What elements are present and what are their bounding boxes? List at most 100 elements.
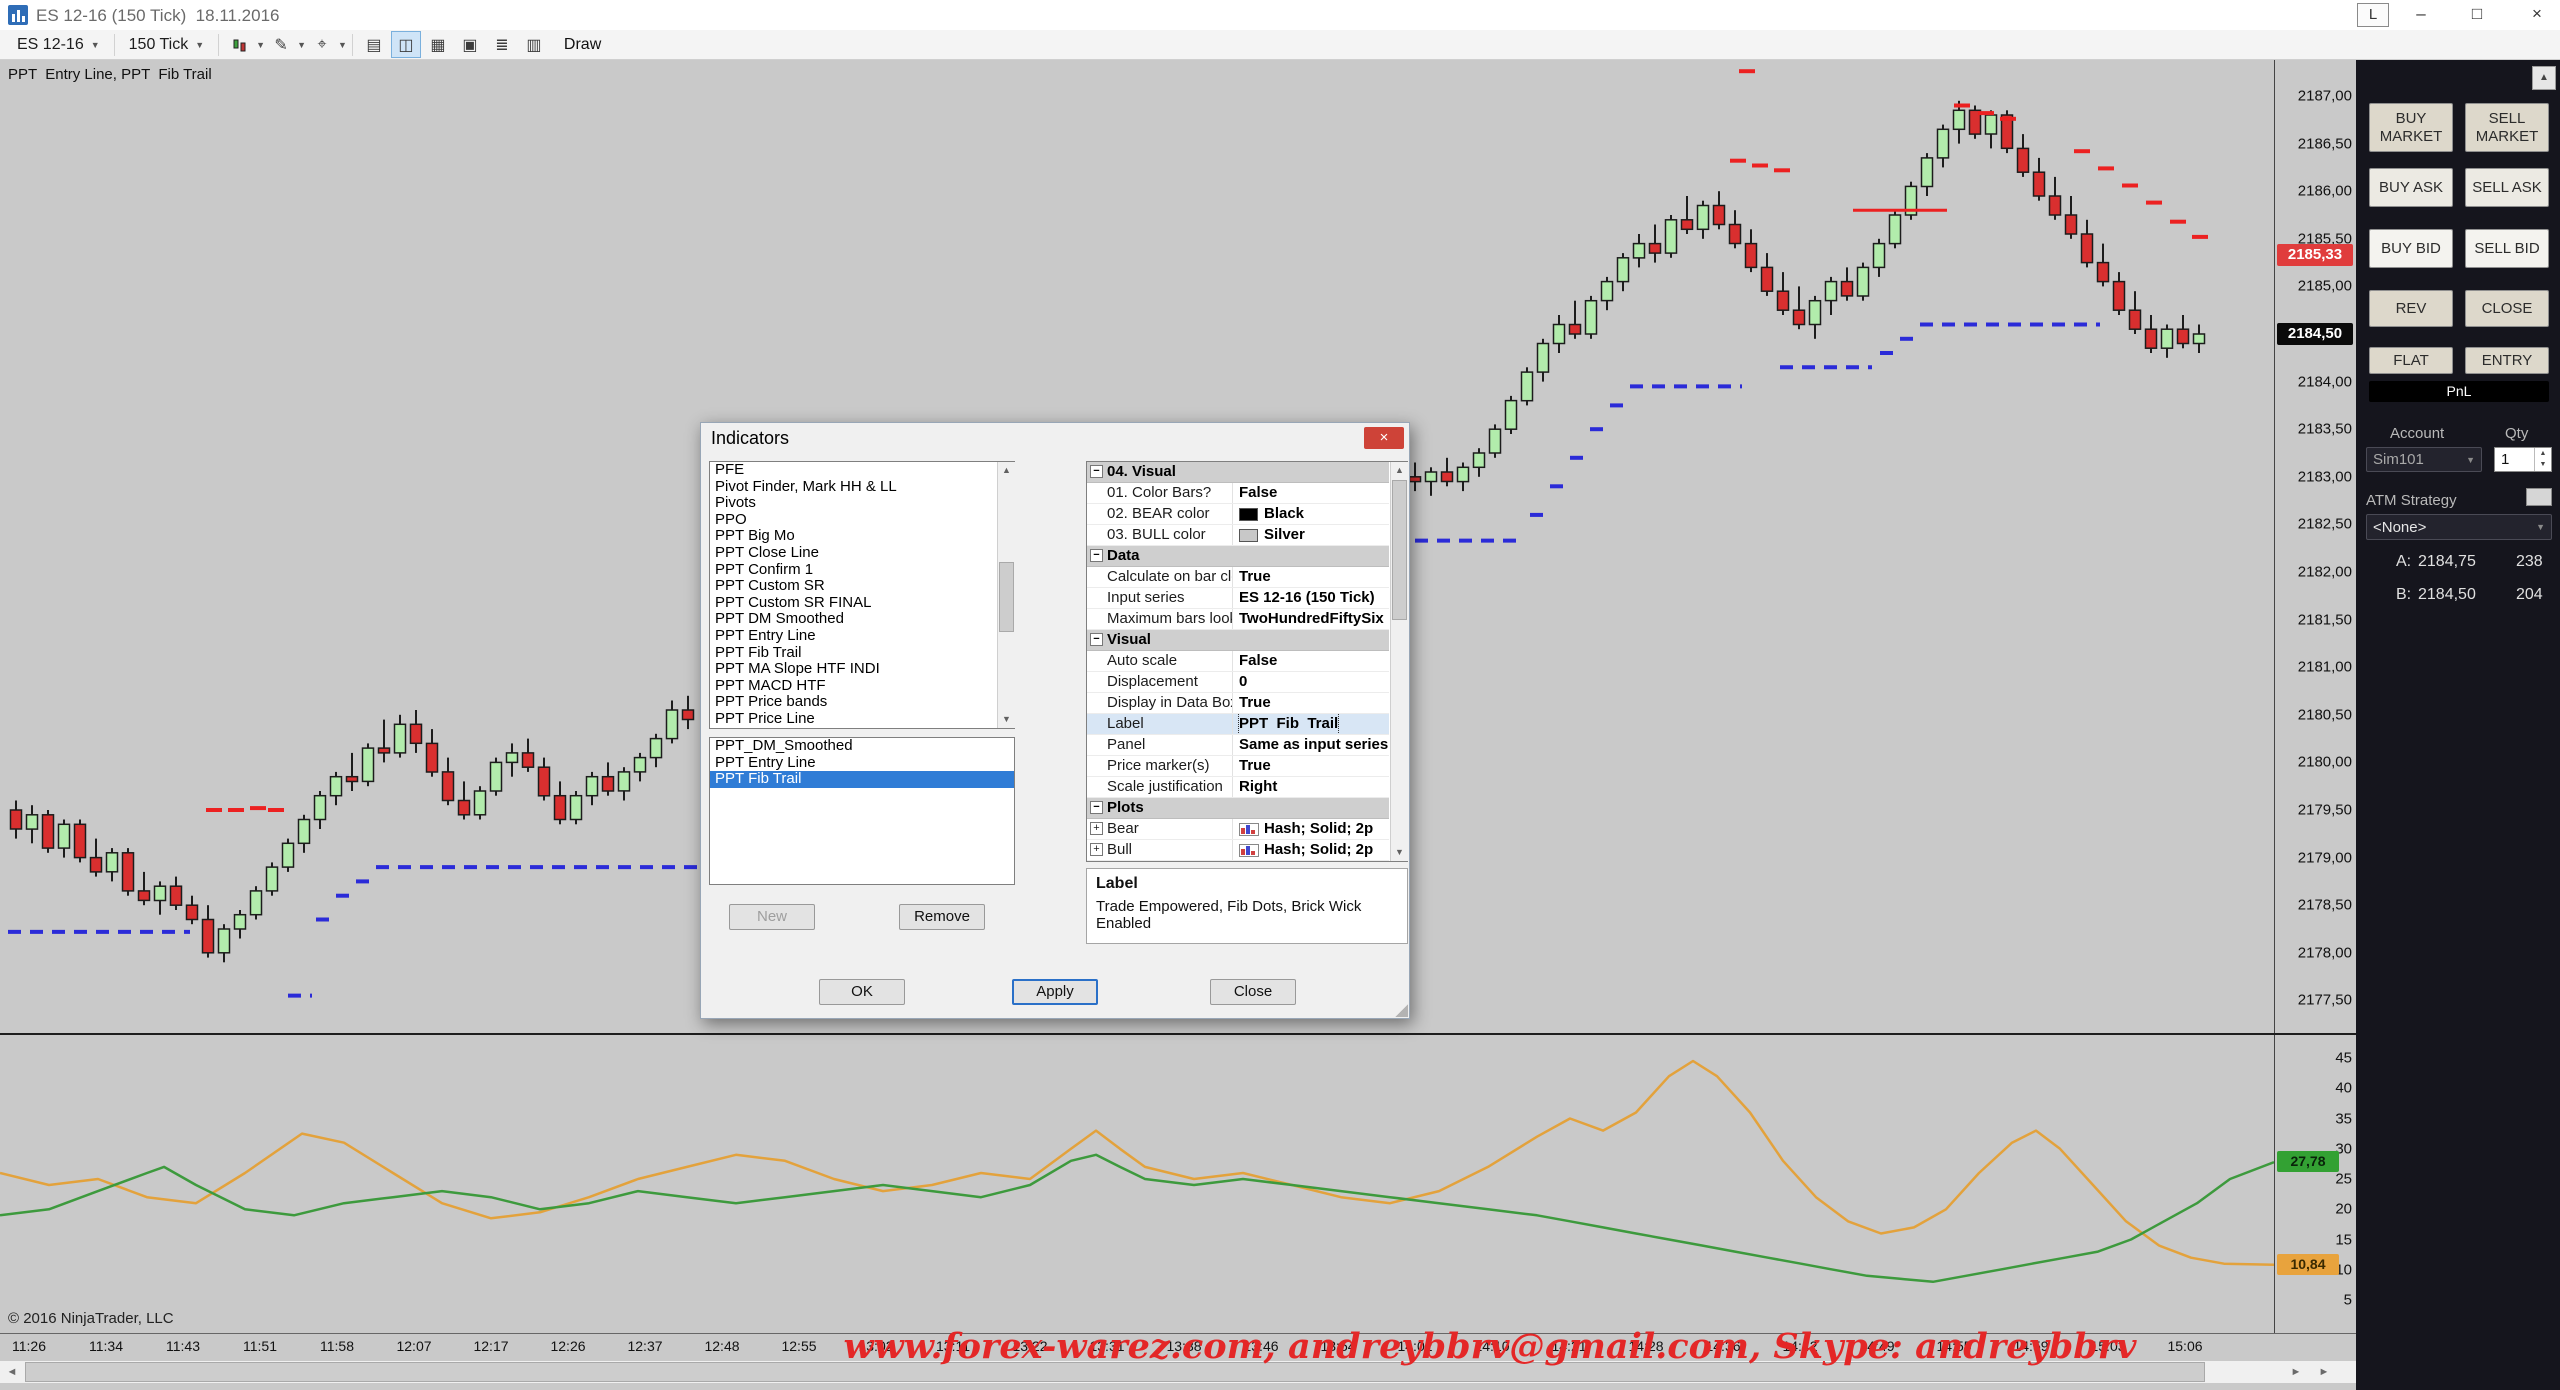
available-list-scrollbar[interactable]: ▲ ▼ — [997, 462, 1015, 728]
indicator-list-item[interactable]: PPT Close Line — [710, 545, 1014, 562]
property-category-row[interactable]: −Data — [1087, 546, 1389, 567]
lock-button[interactable]: L — [2357, 3, 2389, 27]
property-grid-scrollbar[interactable]: ▲ ▼ — [1390, 462, 1408, 861]
quantity-stepper[interactable]: 1 ▲▼ — [2494, 447, 2552, 472]
indicator-list-item[interactable]: PPT Custom SR — [710, 578, 1014, 595]
indicator-list-item[interactable]: PPT DM Smoothed — [710, 611, 1014, 628]
draw-label[interactable]: Draw — [564, 36, 601, 54]
indicator-list-item[interactable]: PFE — [710, 462, 1014, 479]
property-value[interactable]: Same as input series — [1233, 735, 1389, 755]
property-value[interactable]: Hash; Solid; 2p — [1233, 840, 1389, 860]
sell-ask-button[interactable]: SELL ASK — [2465, 168, 2549, 207]
buy-market-button[interactable]: BUY MARKET — [2369, 103, 2453, 152]
property-row[interactable]: PanelSame as input series — [1087, 735, 1389, 756]
instrument-dropdown[interactable]: ES 12-16 ▼ — [8, 33, 109, 57]
property-row[interactable]: +BearHash; Solid; 2p — [1087, 819, 1389, 840]
indicator-list-item[interactable]: PPT Price bands — [710, 694, 1014, 711]
scroll-down-icon[interactable]: ▼ — [1391, 844, 1408, 861]
scroll-left-icon[interactable]: ◄ — [0, 1361, 24, 1383]
maximize-button[interactable]: □ — [2459, 0, 2495, 29]
indicators-icon[interactable]: ▦ — [423, 31, 453, 58]
property-value[interactable]: 0 — [1233, 672, 1389, 692]
data-box-icon[interactable]: ▣ — [455, 31, 485, 58]
indicator-list-item[interactable]: PPT MA Slope HTF INDI — [710, 661, 1014, 678]
sell-bid-button[interactable]: SELL BID — [2465, 229, 2549, 268]
panel-scroll-up-icon[interactable]: ▲ — [2532, 66, 2556, 90]
reverse-button[interactable]: REV — [2369, 290, 2453, 327]
oscillator-panel[interactable] — [0, 1035, 2274, 1333]
selected-indicator-item[interactable]: PPT Fib Trail — [710, 771, 1014, 788]
spinner-arrows-icon[interactable]: ▲▼ — [2534, 448, 2551, 471]
indicator-list-item[interactable]: PPT Confirm 1 — [710, 562, 1014, 579]
minimize-button[interactable]: – — [2403, 0, 2439, 29]
remove-button[interactable]: Remove — [899, 904, 985, 930]
panel-divider[interactable] — [0, 1033, 2356, 1035]
property-value[interactable]: ES 12-16 (150 Tick) — [1233, 588, 1389, 608]
chevron-down-icon[interactable]: ▼ — [256, 40, 265, 50]
resize-grip[interactable] — [1394, 1003, 1408, 1017]
chart-panel-icon[interactable]: ▤ — [359, 31, 389, 58]
property-row[interactable]: +BullHash; Solid; 2p — [1087, 840, 1389, 861]
property-value[interactable]: Right — [1233, 777, 1389, 797]
property-value[interactable]: False — [1233, 483, 1389, 503]
indicator-list-item[interactable]: PPT Big Mo — [710, 528, 1014, 545]
property-category-row[interactable]: −04. Visual — [1087, 462, 1389, 483]
cursor-tool-icon[interactable]: ⌖ — [307, 31, 337, 58]
property-value[interactable]: PPT Fib Trail — [1233, 714, 1389, 734]
collapse-icon[interactable]: − — [1090, 801, 1103, 814]
chart-trader-icon[interactable]: ◫ — [391, 31, 421, 58]
property-category-row[interactable]: −Visual — [1087, 630, 1389, 651]
indicator-list-item[interactable]: PPT Custom SR FINAL — [710, 595, 1014, 612]
atm-strategy-button[interactable] — [2526, 488, 2552, 506]
scroll-up-icon[interactable]: ▲ — [1391, 462, 1408, 479]
selected-indicator-item[interactable]: PPT_DM_Smoothed — [710, 738, 1014, 755]
property-value[interactable]: True — [1233, 756, 1389, 776]
close-button[interactable]: Close — [1210, 979, 1296, 1005]
indicator-list-item[interactable]: PPT Entry Line — [710, 628, 1014, 645]
dialog-close-icon[interactable]: × — [1364, 427, 1404, 449]
property-value[interactable]: True — [1233, 567, 1389, 587]
indicator-list-item[interactable]: PPT Fib Trail — [710, 645, 1014, 662]
property-row[interactable]: Display in Data BoxTrue — [1087, 693, 1389, 714]
expand-icon[interactable]: + — [1090, 822, 1103, 835]
entry-button[interactable]: ENTRY — [2465, 347, 2549, 374]
grid-icon[interactable]: ≣ — [487, 31, 517, 58]
property-row[interactable]: Input seriesES 12-16 (150 Tick) — [1087, 588, 1389, 609]
property-value[interactable]: False — [1233, 651, 1389, 671]
indicator-list-item[interactable]: PPT Price Line — [710, 711, 1014, 728]
collapse-icon[interactable]: − — [1090, 549, 1103, 562]
apply-button[interactable]: Apply — [1012, 979, 1098, 1005]
atm-strategy-select[interactable]: <None> ▼ — [2366, 514, 2552, 540]
ok-button[interactable]: OK — [819, 979, 905, 1005]
property-value[interactable]: Silver — [1233, 525, 1389, 545]
close-position-button[interactable]: CLOSE — [2465, 290, 2549, 327]
scroll-up-icon[interactable]: ▲ — [998, 462, 1015, 479]
new-button[interactable]: New — [729, 904, 815, 930]
available-indicators-list[interactable]: PFEPivot Finder, Mark HH & LLPivotsPPOPP… — [709, 461, 1015, 729]
drawing-tools-icon[interactable]: ✎ — [266, 31, 296, 58]
account-select[interactable]: Sim101 ▼ — [2366, 447, 2482, 472]
indicator-list-item[interactable]: PPO — [710, 512, 1014, 529]
chart-style-icon[interactable] — [225, 31, 255, 58]
indicator-list-item[interactable]: Pivots — [710, 495, 1014, 512]
indicator-list-item[interactable]: PPT MACD HTF — [710, 678, 1014, 695]
buy-ask-button[interactable]: BUY ASK — [2369, 168, 2453, 207]
property-row[interactable]: Scale justificationRight — [1087, 777, 1389, 798]
property-row[interactable]: Price marker(s)True — [1087, 756, 1389, 777]
collapse-icon[interactable]: − — [1090, 465, 1103, 478]
selected-indicator-item[interactable]: PPT Entry Line — [710, 755, 1014, 772]
property-value[interactable]: Black — [1233, 504, 1389, 524]
property-row[interactable]: 02. BEAR colorBlack — [1087, 504, 1389, 525]
scrollbar-thumb[interactable] — [1392, 480, 1407, 620]
scroll-right-icon[interactable]: ► — [2284, 1361, 2308, 1383]
collapse-icon[interactable]: − — [1090, 633, 1103, 646]
property-row[interactable]: Auto scaleFalse — [1087, 651, 1389, 672]
property-value[interactable]: TwoHundredFiftySix — [1233, 609, 1389, 629]
expand-icon[interactable]: + — [1090, 843, 1103, 856]
property-value[interactable]: Hash; Solid; 2p — [1233, 819, 1389, 839]
property-row[interactable]: Displacement0 — [1087, 672, 1389, 693]
property-row[interactable]: Maximum bars lookTwoHundredFiftySix — [1087, 609, 1389, 630]
property-value[interactable]: True — [1233, 693, 1389, 713]
dialog-title[interactable]: Indicators — [701, 423, 1409, 453]
flat-button[interactable]: FLAT — [2369, 347, 2453, 374]
